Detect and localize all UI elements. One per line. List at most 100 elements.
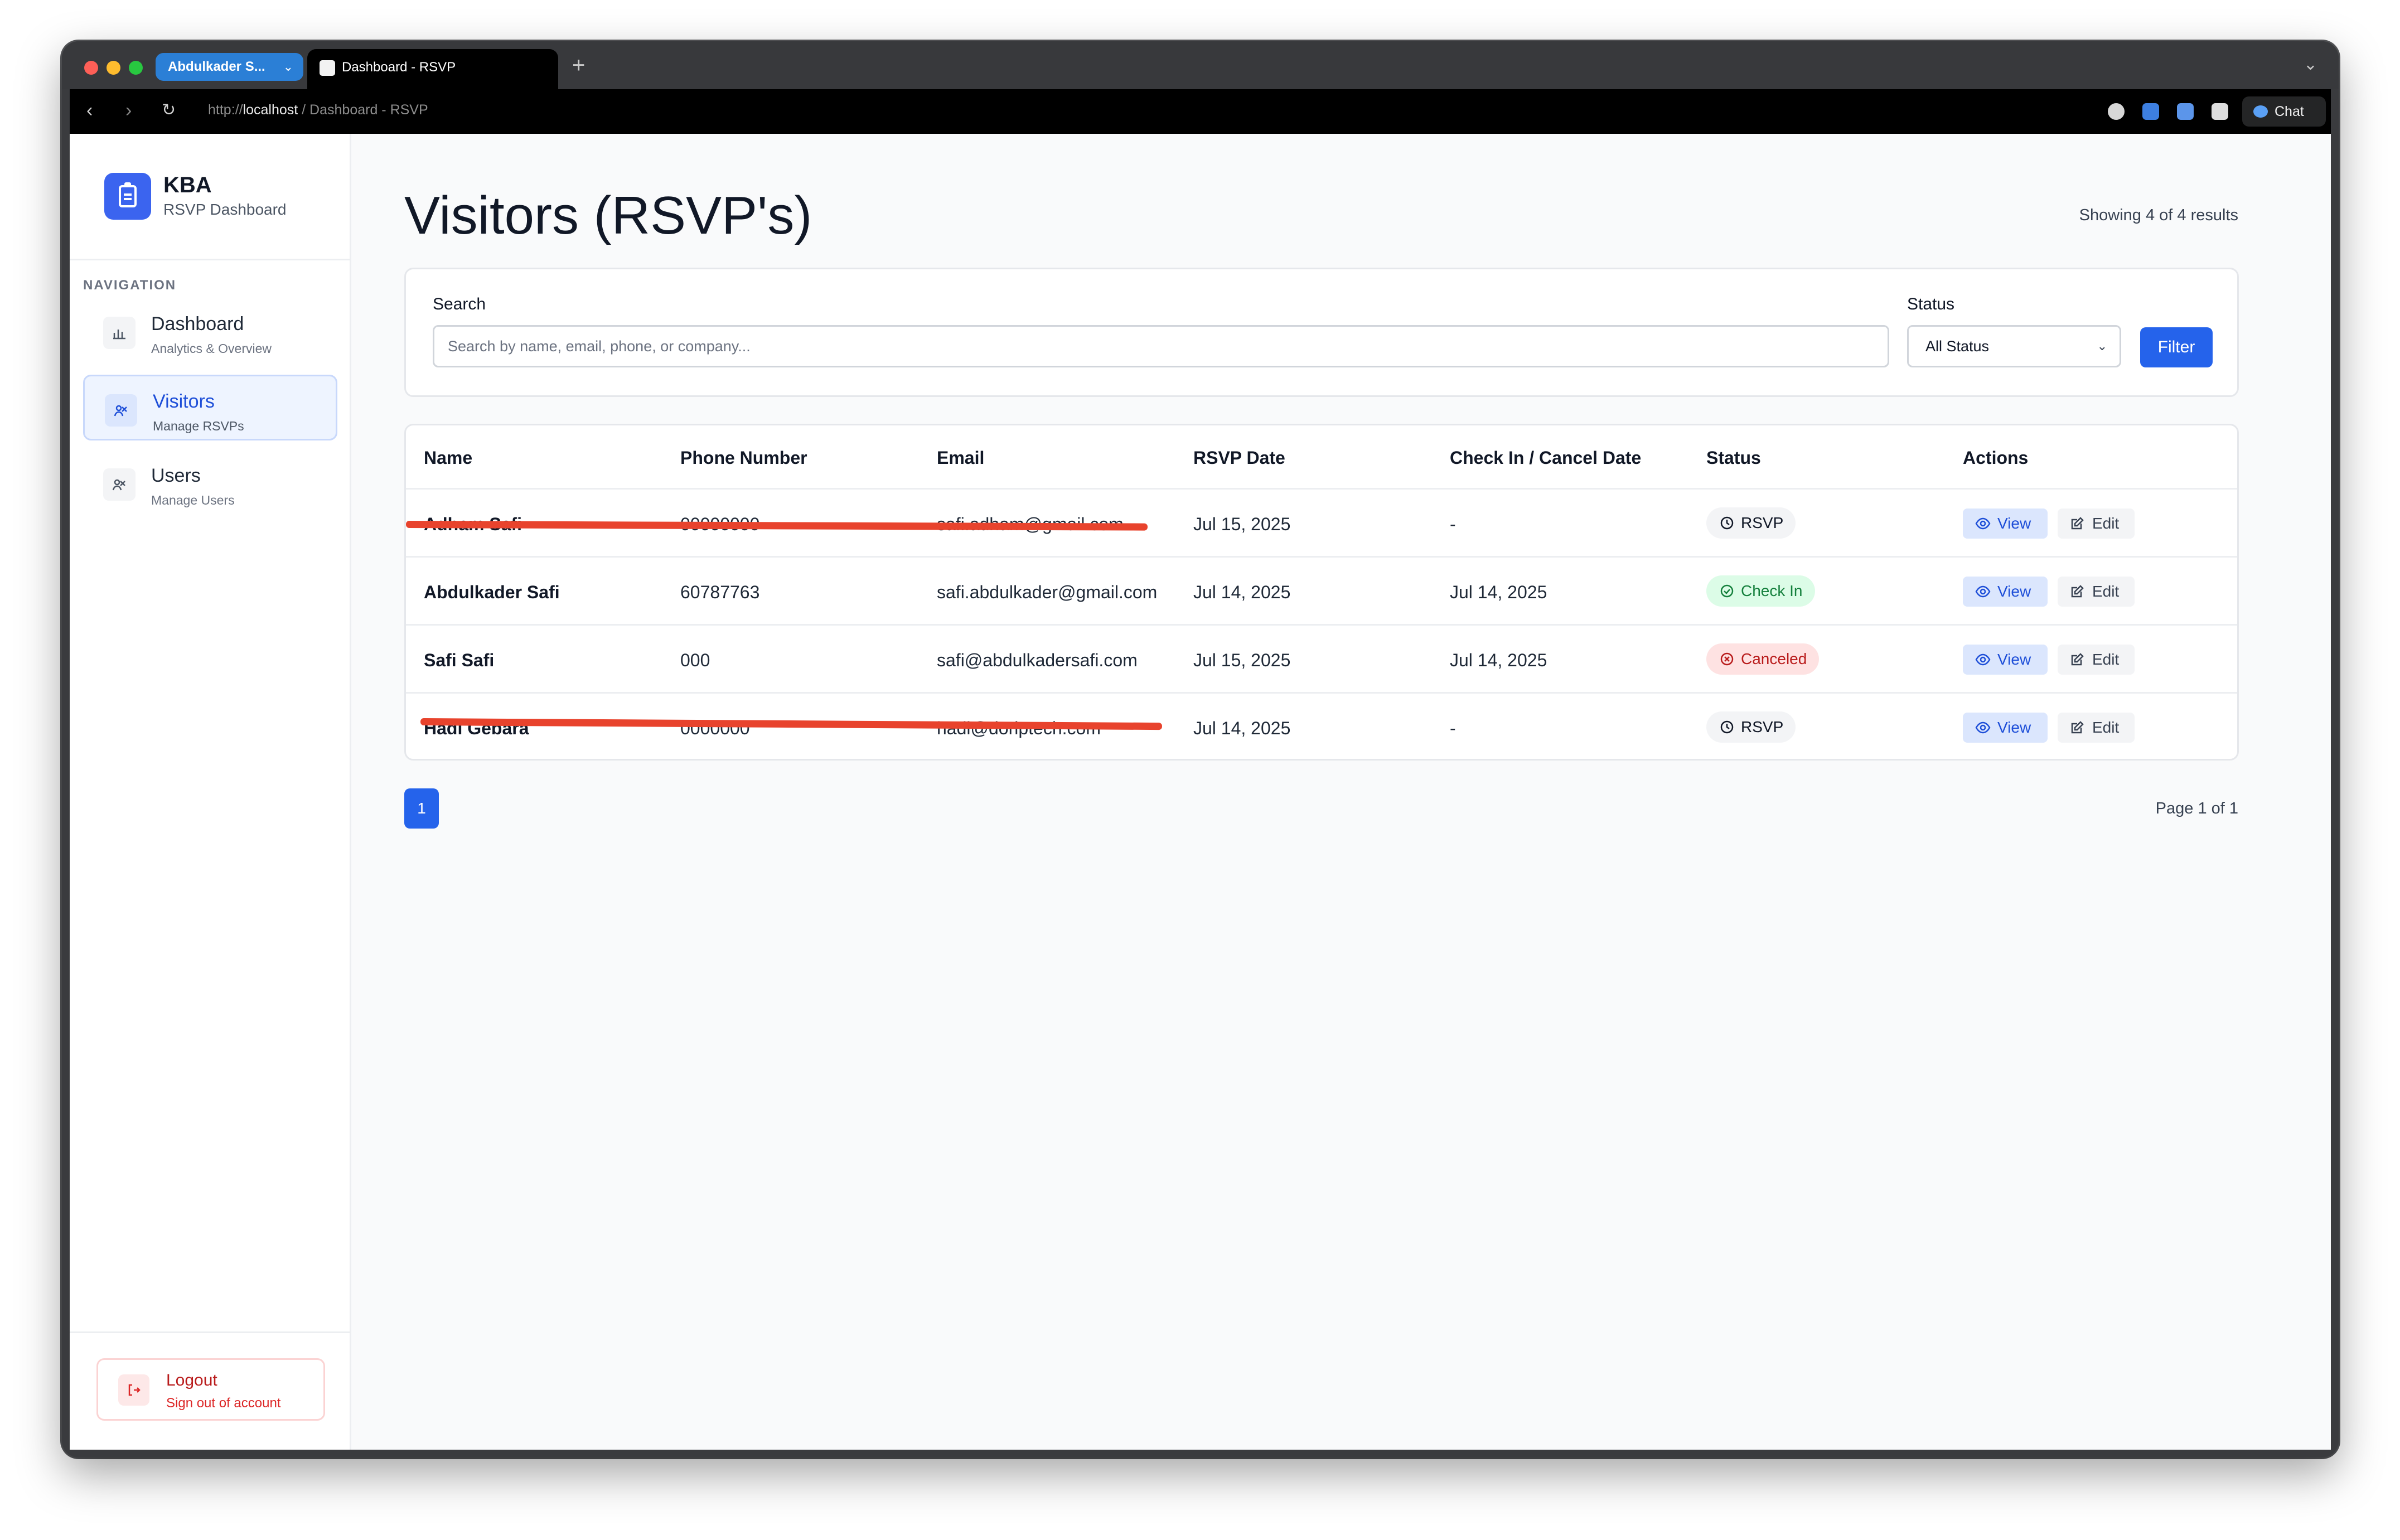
- cell-check-date: -: [1450, 514, 1456, 534]
- clock-icon: [1720, 516, 1734, 530]
- visitors-icon: [105, 394, 137, 427]
- cell-name: Abdulkader Safi: [424, 582, 560, 602]
- view-label: View: [1997, 651, 2031, 668]
- edit-label: Edit: [2092, 515, 2120, 532]
- brand-name: KBA: [163, 173, 212, 197]
- status-badge: RSVP: [1706, 507, 1796, 539]
- status-select-value: All Status: [1925, 338, 1990, 355]
- logout-subtitle: Sign out of account: [166, 1396, 281, 1411]
- clipboard-logo-icon: [104, 173, 151, 220]
- chat-bubble-icon: [2253, 105, 2268, 118]
- column-header-email: Email: [937, 448, 985, 468]
- minimize-window-button[interactable]: [107, 61, 120, 75]
- sidebar-item-title: Users: [151, 465, 201, 486]
- column-header-status: Status: [1706, 448, 1761, 468]
- bar-chart-icon: [103, 317, 136, 349]
- pagination-page-button[interactable]: 1: [404, 788, 439, 829]
- profile-tab[interactable]: Abdulkader S... ⌄: [156, 53, 303, 81]
- eye-icon: [1975, 653, 1991, 666]
- cell-email: safi.abdulkader@gmail.com: [937, 582, 1158, 602]
- title-bar: Abdulkader S... ⌄ Dashboard - RSVP + ⌄: [62, 41, 2339, 89]
- logout-icon: [118, 1374, 149, 1406]
- edit-button[interactable]: Edit: [2058, 509, 2135, 539]
- extension-camera-icon[interactable]: [2212, 103, 2228, 120]
- view-button[interactable]: View: [1963, 645, 2048, 675]
- status-badge-label: RSVP: [1741, 718, 1784, 735]
- status-badge-label: Check In: [1741, 582, 1803, 599]
- pagination-info: Page 1 of 1: [2155, 800, 2238, 817]
- search-input[interactable]: [433, 325, 1889, 367]
- table-row: Safi Safi 000 safi@abdulkadersafi.com Ju…: [406, 624, 2237, 694]
- cell-rsvp-date: Jul 15, 2025: [1193, 650, 1291, 670]
- extension-picture-in-picture-icon[interactable]: [2177, 103, 2194, 120]
- new-tab-button[interactable]: +: [572, 51, 585, 79]
- forward-icon[interactable]: ›: [125, 99, 132, 122]
- chat-button[interactable]: Chat: [2242, 96, 2326, 127]
- extension-globe-icon[interactable]: [2108, 103, 2125, 120]
- edit-label: Edit: [2092, 583, 2120, 600]
- maximize-window-button[interactable]: [129, 61, 143, 75]
- check-circle-icon: [1720, 584, 1734, 598]
- view-label: View: [1997, 515, 2031, 532]
- status-select[interactable]: All Status ⌄: [1907, 325, 2121, 367]
- table-row: Adham Safi 00000000 safi.adham@gmail.com…: [406, 488, 2237, 558]
- edit-icon: [2071, 585, 2084, 598]
- profile-tab-label: Abdulkader S...: [168, 59, 265, 74]
- reload-icon[interactable]: ↻: [162, 99, 176, 122]
- back-icon[interactable]: ‹: [86, 99, 93, 122]
- extension-translate-icon[interactable]: [2142, 103, 2159, 120]
- address-toolbar: ‹ › ↻ http://localhost / Dashboard - RSV…: [70, 89, 2331, 134]
- main-content: Visitors (RSVP's) Showing 4 of 4 results…: [350, 134, 2331, 1450]
- search-label: Search: [433, 295, 486, 313]
- cell-rsvp-date: Jul 14, 2025: [1193, 718, 1291, 738]
- cell-email: safi@abdulkadersafi.com: [937, 650, 1138, 670]
- sidebar-item-visitors[interactable]: Visitors Manage RSVPs: [83, 375, 337, 440]
- cell-phone: 60787763: [680, 582, 760, 602]
- users-icon: [103, 468, 136, 501]
- column-header-name: Name: [424, 448, 473, 468]
- status-badge-label: RSVP: [1741, 514, 1784, 531]
- view-label: View: [1997, 719, 2031, 736]
- cell-name: Safi Safi: [424, 650, 495, 670]
- chevron-down-icon: ⌄: [2097, 339, 2107, 353]
- tab-list-chevron-icon[interactable]: ⌄: [2304, 55, 2317, 74]
- edit-button[interactable]: Edit: [2058, 645, 2135, 675]
- status-label: Status: [1907, 295, 1955, 313]
- sidebar-item-users[interactable]: Users Manage Users: [83, 451, 337, 516]
- edit-label: Edit: [2092, 719, 2120, 736]
- edit-button[interactable]: Edit: [2058, 713, 2135, 743]
- logout-button[interactable]: Logout Sign out of account: [96, 1358, 325, 1421]
- status-badge: RSVP: [1706, 711, 1796, 743]
- cell-rsvp-date: Jul 15, 2025: [1193, 514, 1291, 534]
- browser-tab-label: Dashboard - RSVP: [342, 60, 456, 75]
- browser-window: Abdulkader S... ⌄ Dashboard - RSVP + ⌄ ‹…: [62, 41, 2339, 1457]
- status-badge: Check In: [1706, 575, 1815, 607]
- view-button[interactable]: View: [1963, 713, 2048, 743]
- sidebar-divider: [70, 259, 350, 260]
- filter-button[interactable]: Filter: [2140, 327, 2213, 367]
- edit-icon: [2071, 721, 2084, 734]
- view-button[interactable]: View: [1963, 577, 2048, 607]
- cell-check-date: Jul 14, 2025: [1450, 650, 1547, 670]
- x-circle-icon: [1720, 652, 1734, 666]
- browser-tab-active[interactable]: Dashboard - RSVP: [307, 49, 558, 89]
- logout-title: Logout: [166, 1371, 217, 1389]
- page-viewport: KBA RSVP Dashboard NAVIGATION Dashboard …: [70, 134, 2331, 1450]
- eye-icon: [1975, 517, 1991, 530]
- nav-heading: NAVIGATION: [83, 278, 177, 293]
- filter-card: Search Status All Status ⌄ Filter: [404, 268, 2239, 397]
- table-row: Abdulkader Safi 60787763 safi.abdulkader…: [406, 556, 2237, 626]
- cell-check-date: -: [1450, 718, 1456, 738]
- cell-check-date: Jul 14, 2025: [1450, 582, 1547, 602]
- edit-button[interactable]: Edit: [2058, 577, 2135, 607]
- view-button[interactable]: View: [1963, 509, 2048, 539]
- page-title: Visitors (RSVP's): [404, 186, 812, 245]
- eye-icon: [1975, 721, 1991, 734]
- address-bar[interactable]: http://localhost / Dashboard - RSVP: [208, 102, 428, 118]
- sidebar-item-dashboard[interactable]: Dashboard Analytics & Overview: [83, 299, 337, 365]
- sidebar-item-title: Visitors: [153, 391, 215, 412]
- sidebar: KBA RSVP Dashboard NAVIGATION Dashboard …: [70, 134, 351, 1450]
- status-badge-label: Canceled: [1741, 650, 1807, 667]
- close-window-button[interactable]: [84, 61, 98, 75]
- sidebar-item-subtitle: Analytics & Overview: [151, 341, 272, 356]
